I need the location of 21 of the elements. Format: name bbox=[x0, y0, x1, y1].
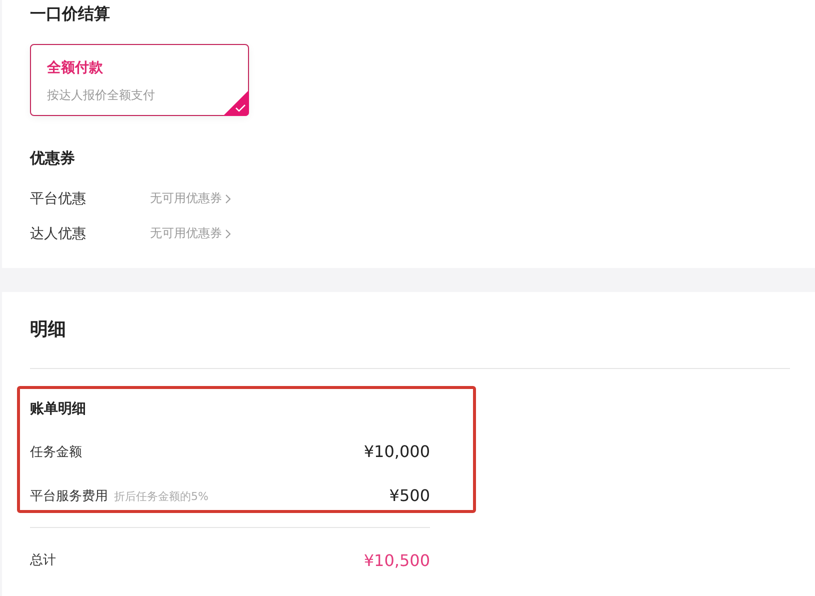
bill-amount: ¥500 bbox=[389, 486, 430, 504]
bill-note: 折后任务金额的5% bbox=[114, 490, 208, 503]
bill-label: 平台服务费用 bbox=[30, 489, 108, 504]
chevron-icon bbox=[225, 228, 231, 238]
bill-title: 账单明细 bbox=[30, 400, 87, 419]
check-icon bbox=[223, 90, 249, 116]
option-title: 全额付款 bbox=[47, 59, 104, 77]
coupon-selector[interactable]: 无可用优惠券 bbox=[150, 190, 231, 207]
section-title: 优惠券 bbox=[30, 148, 76, 168]
coupon-selector[interactable]: 无可用优惠券 bbox=[150, 225, 231, 242]
coupon-label: 达人优惠 bbox=[30, 224, 87, 242]
section-title: 明细 bbox=[30, 318, 67, 342]
total-label: 总计 bbox=[30, 552, 56, 569]
bill-amount: ¥10,000 bbox=[364, 442, 430, 460]
option-description: 按达人报价全额支付 bbox=[47, 87, 155, 104]
chevron-icon bbox=[225, 194, 231, 204]
bill-label: 任务金额 bbox=[30, 445, 82, 460]
payment-option[interactable]: 全额付款 按达人报价全额支付 bbox=[30, 44, 249, 116]
section-title: 一口价结算 bbox=[30, 3, 111, 24]
coupon-label: 平台优惠 bbox=[30, 190, 87, 208]
total-amount: ¥10,500 bbox=[364, 550, 430, 570]
